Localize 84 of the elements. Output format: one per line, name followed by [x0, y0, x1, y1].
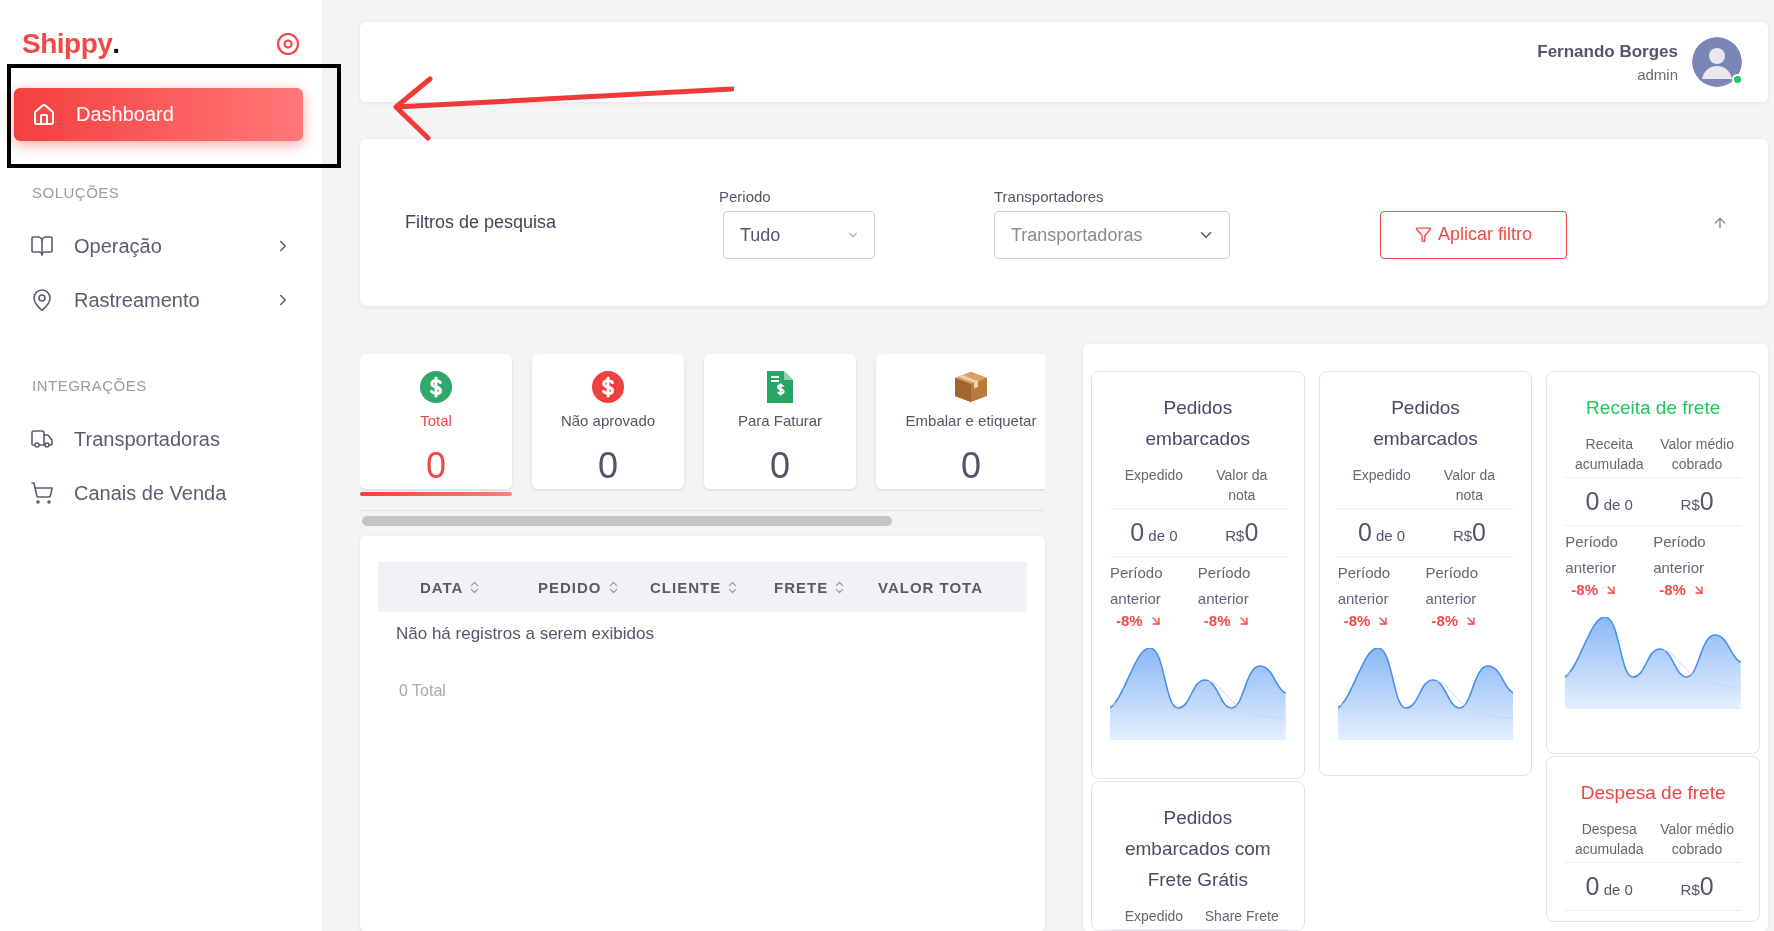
column-label: Expedido — [1123, 907, 1185, 926]
change-value: -8% — [1337, 612, 1426, 629]
tab-label: Total — [420, 412, 452, 429]
logo: Shippy — [22, 28, 113, 59]
column-label: Expedido — [1123, 466, 1185, 485]
total-count: 0 Total — [398, 681, 447, 701]
tab-label: Embalar e etiquetar — [905, 412, 1037, 429]
scrollbar[interactable] — [362, 516, 892, 526]
nav-icon — [30, 288, 54, 312]
home-icon — [32, 102, 56, 127]
metric-value: R$0 — [1451, 517, 1487, 548]
column-header[interactable]: DATA — [420, 578, 464, 596]
column-label: Valor da nota — [1442, 466, 1496, 505]
metric-value: R$0 — [1224, 517, 1260, 548]
user-name: Fernando Borges — [1537, 41, 1678, 62]
change-value: -8% — [1653, 581, 1741, 598]
select-field[interactable]: Transportadoras — [994, 211, 1230, 259]
change-value: -8% — [1197, 612, 1286, 629]
card-title: Despesa de frete — [1579, 781, 1727, 805]
select-field[interactable]: Tudo — [723, 211, 875, 259]
tab-count: 0 — [598, 445, 618, 487]
comparison-label: Período anterior — [1110, 563, 1164, 609]
dollar-coin-icon — [592, 371, 624, 403]
status-tab[interactable]: Total 0 — [360, 354, 512, 489]
column-header[interactable]: CLIENTE — [650, 578, 722, 596]
metric-value: R$0 — [1679, 486, 1715, 517]
user-role: admin — [1637, 65, 1678, 83]
change-value: -8% — [1425, 612, 1514, 629]
column-label: Despesa acumulada — [1574, 820, 1645, 859]
metric-value: 0 de 0 — [1584, 486, 1634, 517]
card-title: Pedidos embarcados — [1144, 396, 1252, 451]
metric-value: 0 de 0 — [1129, 517, 1179, 548]
nav-item[interactable]: Canais de Venda — [0, 466, 322, 520]
logo-dot: . — [112, 28, 121, 59]
nav-icon — [30, 427, 54, 451]
comparison-label: Período anterior — [1425, 563, 1480, 609]
change-value: -8% — [1110, 612, 1198, 629]
comparison-label: Período anterior — [1653, 532, 1707, 578]
apply-filter-button[interactable]: Aplicar filtro — [1380, 210, 1568, 259]
metric-value: R$0 — [1679, 871, 1715, 902]
column-header[interactable]: VALOR TOTA — [878, 578, 983, 596]
field-label: Transportadores — [994, 188, 1105, 205]
column-label: Valor da nota — [1215, 466, 1269, 505]
tab-label: Não aprovado — [560, 412, 656, 429]
change-value: -8% — [1565, 581, 1654, 598]
card-title: Pedidos embarcados com Frete Grátis — [1123, 806, 1272, 892]
card-title: Receita de frete — [1585, 396, 1722, 420]
field-label: Periodo — [719, 188, 772, 205]
status-tab[interactable]: Embalar e etiquetar 0 — [876, 354, 1045, 489]
tab-count: 0 — [426, 445, 446, 487]
empty-message: Não há registros a serem exibidos — [395, 623, 655, 645]
nav-item[interactable]: Rastreamento — [0, 273, 322, 327]
column-label: Expedido — [1351, 466, 1412, 485]
column-header[interactable]: FRETE — [774, 578, 829, 596]
dollar-coin-icon — [420, 371, 452, 403]
status-tab[interactable]: Não aprovado 0 — [532, 354, 684, 489]
section-title: SOLUÇÕES — [31, 184, 121, 201]
tab-count: 0 — [770, 445, 790, 487]
column-label: Valor médio cobrado — [1659, 820, 1735, 859]
section-title: INTEGRAÇÕES — [31, 377, 148, 394]
card-title: Pedidos embarcados — [1372, 396, 1479, 451]
metric-value: 0 de 0 — [1356, 517, 1407, 548]
nav-item[interactable]: Dashboard — [14, 88, 303, 141]
nav-item[interactable]: Transportadoras — [0, 412, 322, 466]
target-icon[interactable] — [276, 32, 300, 56]
tab-count: 0 — [961, 445, 981, 487]
column-label: Receita acumulada — [1574, 435, 1645, 474]
nav-icon — [30, 234, 54, 258]
box-icon — [954, 371, 988, 403]
invoice-icon — [767, 371, 793, 403]
comparison-label: Período anterior — [1197, 563, 1252, 609]
comparison-label: Período anterior — [1565, 532, 1619, 578]
tab-label: Para Faturar — [737, 412, 823, 429]
filter-icon — [1415, 226, 1432, 243]
status-tab[interactable]: Para Faturar 0 — [704, 354, 856, 489]
column-label: Valor médio cobrado — [1659, 435, 1735, 474]
column-label: Share Frete — [1203, 907, 1280, 926]
column-header[interactable]: PEDIDO — [538, 578, 602, 596]
filter-title: Filtros de pesquisa — [405, 212, 558, 233]
nav-item[interactable]: Operação — [0, 219, 322, 273]
avatar[interactable] — [1692, 37, 1742, 87]
metric-value: 0 de 0 — [1584, 871, 1634, 902]
nav-icon — [30, 481, 54, 505]
comparison-label: Período anterior — [1337, 563, 1392, 609]
